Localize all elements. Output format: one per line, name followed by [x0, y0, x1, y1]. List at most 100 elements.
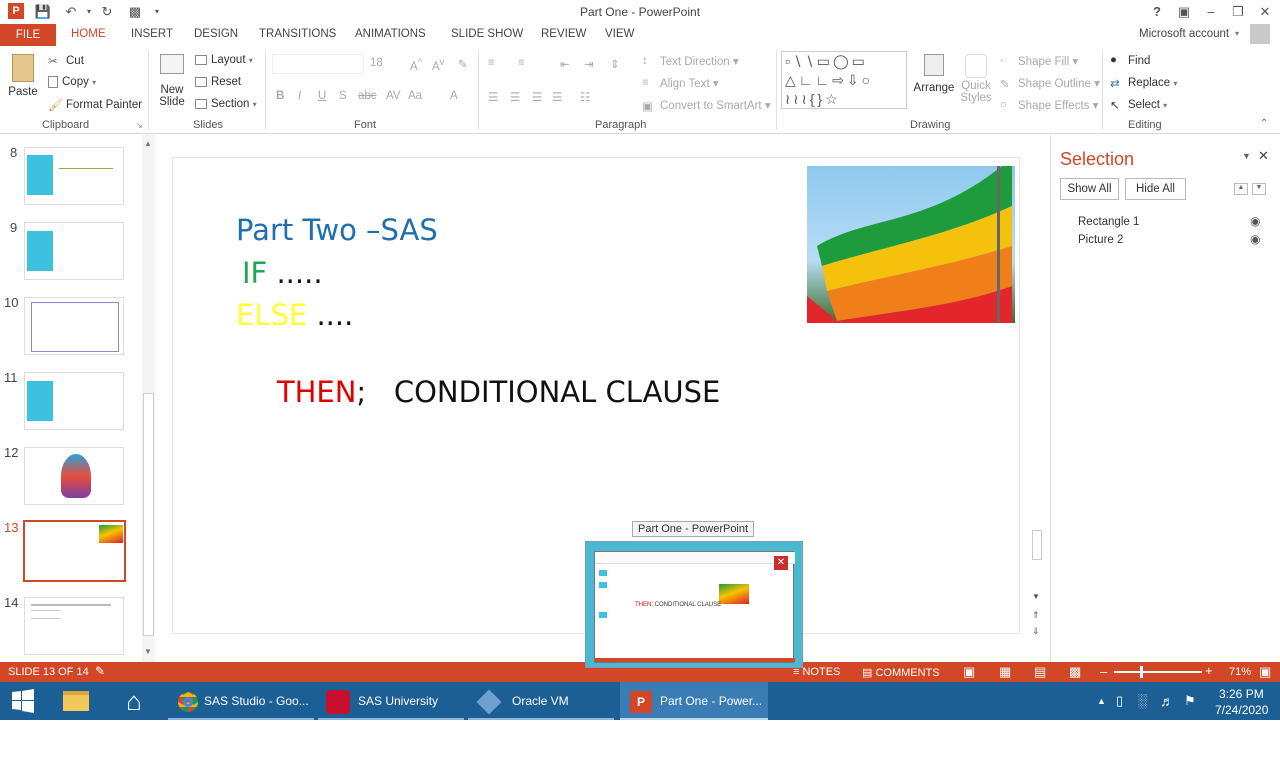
tab-transitions[interactable]: TRANSITIONS — [259, 28, 336, 40]
tab-view[interactable]: VIEW — [605, 28, 634, 40]
taskbar-chrome[interactable]: SAS Studio - Goo... — [168, 682, 314, 720]
clock-date[interactable]: 7/24/2020 — [1215, 703, 1268, 717]
italic-button[interactable]: I — [298, 90, 301, 102]
selection-item-picture[interactable]: Picture 2 — [1078, 234, 1123, 246]
restore-icon[interactable]: ❐ — [1229, 3, 1247, 21]
show-hidden-icons[interactable]: ▲ — [1097, 682, 1106, 720]
shape-effects-button[interactable]: ○ Shape Effects ▾ — [1000, 98, 1098, 113]
font-color-icon[interactable]: A — [450, 90, 458, 102]
scroll-thumb[interactable] — [143, 393, 154, 636]
slide-thumbnail-14[interactable] — [24, 597, 124, 655]
clipboard-launcher-icon[interactable]: ↘ — [136, 121, 143, 130]
ribbon-display-options-icon[interactable]: ▣ — [1175, 3, 1193, 21]
quick-styles-button[interactable]: Quick Styles — [956, 54, 996, 104]
send-backward-icon[interactable]: ▼ — [1252, 183, 1266, 195]
action-center-icon[interactable]: ⚑ — [1184, 682, 1196, 720]
taskbar-virtualbox[interactable]: Oracle VM Virtual... — [468, 682, 614, 746]
underline-button[interactable]: U — [318, 90, 326, 102]
slide-scroll-thumb[interactable] — [1032, 530, 1042, 560]
fit-to-window-icon[interactable]: ▣ — [1259, 664, 1271, 680]
slide-line-then[interactable]: THEN; CONDITIONAL CLAUSE — [240, 341, 721, 443]
network-icon[interactable]: ░ — [1138, 682, 1147, 720]
find-button[interactable]: ● Find — [1110, 54, 1150, 68]
slideshow-view-icon[interactable]: ▩ — [1069, 664, 1081, 680]
account-name[interactable]: Microsoft account — [1139, 28, 1229, 40]
selection-item-rectangle[interactable]: Rectangle 1 — [1078, 216, 1139, 228]
columns-icon[interactable]: ☷ — [580, 90, 590, 104]
flag-picture[interactable] — [807, 166, 1015, 323]
clock-time[interactable]: 3:26 PM — [1219, 687, 1264, 701]
zoom-in-icon[interactable]: + — [1205, 663, 1213, 678]
slide-thumbnail-8[interactable] — [24, 147, 124, 205]
section-button[interactable]: Section ▾ — [195, 98, 257, 110]
normal-view-icon[interactable]: ▣ — [963, 664, 975, 680]
home-icon[interactable]: ⌂ — [116, 682, 152, 720]
taskbar-powerpoint[interactable]: P Part One - Power... — [620, 682, 768, 720]
start-button[interactable] — [0, 682, 46, 720]
eye-icon[interactable]: ◉ — [1250, 214, 1260, 228]
shape-outline-button[interactable]: ✎ Shape Outline ▾ — [1000, 76, 1100, 91]
collapse-ribbon-icon[interactable]: ⌃ — [1260, 118, 1268, 129]
volume-icon[interactable]: ♬ — [1160, 682, 1174, 720]
bring-forward-icon[interactable]: ▲ — [1234, 183, 1248, 195]
shrink-font-icon[interactable]: Av — [432, 57, 444, 73]
tab-animations[interactable]: ANIMATIONS — [355, 28, 426, 40]
strikethrough-icon[interactable]: abc — [358, 90, 377, 102]
font-name-combo[interactable] — [272, 54, 364, 74]
font-size-combo[interactable]: 18 — [370, 57, 383, 69]
justify-icon[interactable]: ☰ — [552, 90, 562, 104]
taskbar-sas[interactable]: SAS University Edi... — [318, 682, 464, 746]
cut-button[interactable]: ✂ Cut — [48, 54, 84, 68]
slide-sorter-icon[interactable]: ▦ — [999, 664, 1011, 680]
select-button[interactable]: ↖ Select ▾ — [1110, 98, 1167, 112]
new-slide-button[interactable]: New Slide — [156, 54, 188, 108]
slide-line-if[interactable]: IF ..... — [242, 256, 323, 290]
tab-file[interactable]: FILE — [0, 24, 56, 46]
format-painter-button[interactable]: 🖌 Format Painter — [48, 98, 142, 112]
pane-options-icon[interactable]: ▼ — [1242, 151, 1251, 161]
align-left-icon[interactable]: ☰ — [488, 90, 498, 104]
hide-all-button[interactable]: Hide All — [1125, 178, 1186, 200]
slide-scrollbar[interactable]: ▼ ⇑ ⇓ — [1030, 140, 1044, 640]
show-all-button[interactable]: Show All — [1060, 178, 1119, 200]
device-icon[interactable]: ▯ — [1116, 682, 1123, 720]
comments-button[interactable]: ▤ COMMENTS — [862, 666, 940, 679]
reset-button[interactable]: Reset — [195, 76, 241, 88]
layout-button[interactable]: Layout ▾ — [195, 54, 253, 66]
arrange-button[interactable]: Arrange — [912, 54, 956, 94]
eye-icon[interactable]: ◉ — [1250, 232, 1260, 246]
zoom-slider[interactable] — [1114, 666, 1202, 678]
next-slide-icon[interactable]: ⇓ — [1032, 626, 1040, 637]
close-pane-icon[interactable]: ✕ — [1258, 148, 1269, 164]
char-spacing-icon[interactable]: AV — [386, 90, 401, 102]
tab-review[interactable]: REVIEW — [541, 28, 586, 40]
help-icon[interactable]: ? — [1148, 3, 1166, 21]
slide-thumbnail-10[interactable] — [24, 297, 124, 355]
taskbar-preview[interactable]: THEN; CONDITIONAL CLAUSE ✕ — [585, 541, 803, 668]
align-text-button[interactable]: ≡ Align Text ▾ — [642, 76, 719, 91]
slide-thumbnail-11[interactable] — [24, 372, 124, 430]
tab-design[interactable]: DESIGN — [194, 28, 238, 40]
bold-button[interactable]: B — [276, 90, 284, 102]
bullets-icon[interactable]: ≡ — [488, 57, 495, 69]
shape-fill-button[interactable]: ◦ Shape Fill ▾ — [1000, 54, 1078, 69]
slide-thumbnail-13[interactable] — [23, 520, 126, 582]
tab-slide-show[interactable]: SLIDE SHOW — [451, 28, 523, 40]
copy-button[interactable]: Copy ▾ — [48, 76, 96, 88]
slide-line-else[interactable]: ELSE .... — [236, 298, 353, 332]
convert-smartart-button[interactable]: ▣ Convert to SmartArt ▾ — [642, 98, 771, 113]
slide-scroll-down-icon[interactable]: ▼ — [1032, 592, 1040, 601]
reading-view-icon[interactable]: ▤ — [1034, 664, 1046, 680]
preview-close-icon[interactable]: ✕ — [774, 556, 788, 570]
tab-home[interactable]: HOME — [71, 28, 106, 40]
slide-title-line[interactable]: Part Two –SAS — [236, 213, 438, 247]
preview-thumbnail[interactable]: THEN; CONDITIONAL CLAUSE — [594, 551, 795, 663]
paste-button[interactable]: Paste — [8, 54, 38, 104]
close-window-icon[interactable]: ✕ — [1256, 3, 1274, 21]
scroll-down-icon[interactable]: ▼ — [144, 647, 152, 656]
spell-check-icon[interactable]: ✎ — [95, 664, 105, 678]
account-dropdown-icon[interactable]: ▾ — [1235, 29, 1239, 38]
tab-insert[interactable]: INSERT — [131, 28, 173, 40]
shadow-button[interactable]: S — [339, 90, 347, 102]
thumbnail-scrollbar[interactable]: ▲ ▼ — [142, 135, 155, 662]
